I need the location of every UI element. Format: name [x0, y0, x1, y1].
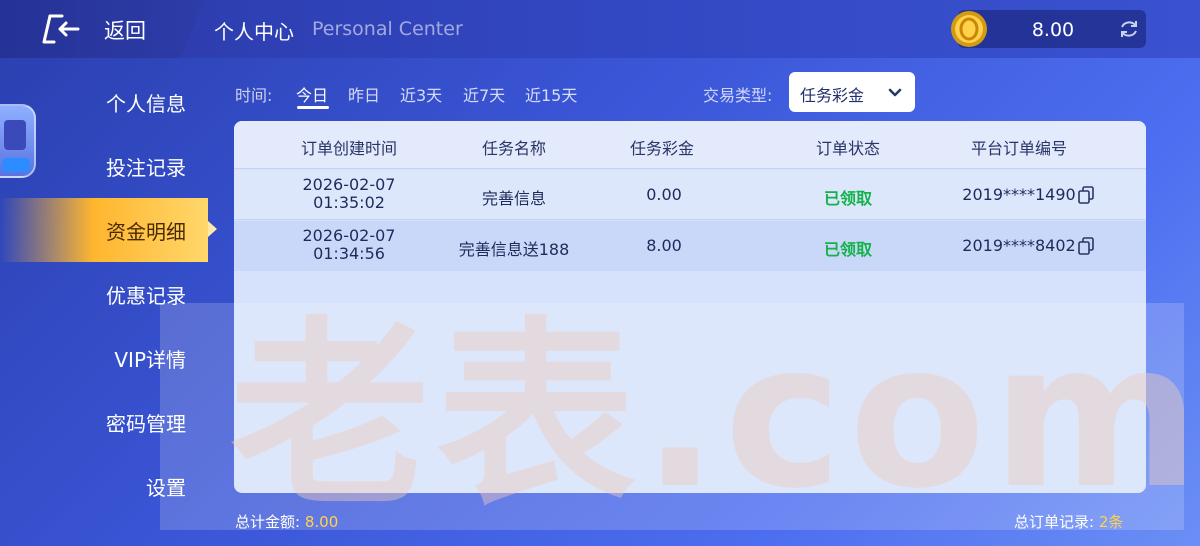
active-tab-underline [297, 106, 329, 109]
total-amount-value: 8.00 [304, 513, 339, 531]
sidebar-item-label: 资金明细 [106, 219, 186, 244]
task-name-cell: 完善信息送188 [458, 240, 570, 259]
tab-7days[interactable]: 近7天 [463, 82, 505, 106]
active-pointer-icon [208, 221, 217, 237]
transaction-type-select[interactable]: 任务彩金 [789, 72, 915, 112]
order-clock: 01:35:02 [313, 193, 385, 212]
column-header: 订单创建时间 [300, 139, 397, 158]
table-row: 2026-02-07 01:35:02 完善信息 0.00 已领取 2019**… [234, 170, 1146, 220]
back-label[interactable]: 返回 [104, 15, 146, 45]
task-name-cell: 完善信息 [481, 189, 546, 208]
type-select-value: 任务彩金 [800, 86, 865, 105]
total-amount-label: 总计金额: [235, 513, 301, 531]
page-title-en: Personal Center [312, 18, 463, 40]
order-date: 2026-02-07 [302, 175, 396, 194]
page-title: 个人中心 [214, 20, 294, 44]
top-bar: 返回 个人中心 Personal Center 8.00 [0, 0, 1200, 58]
table-header: 订单创建时间 任务名称 任务彩金 订单状态 平台订单编号 [234, 121, 1146, 169]
service-tag [2, 158, 30, 172]
refresh-icon[interactable] [1118, 18, 1140, 40]
chevron-down-icon [888, 88, 902, 97]
balance-value: 8.00 [1031, 19, 1075, 41]
order-date: 2026-02-07 [302, 226, 396, 245]
service-icon [4, 120, 26, 150]
column-header: 任务名称 [481, 139, 546, 158]
tab-today[interactable]: 今日 [296, 82, 328, 106]
table-row: 2026-02-07 01:34:56 完善信息送188 8.00 已领取 20… [234, 221, 1146, 271]
total-records-label: 总订单记录: [1014, 513, 1095, 531]
sidebar-item-label: 投注记录 [106, 155, 186, 180]
tab-3days[interactable]: 近3天 [400, 82, 442, 106]
order-clock: 01:34:56 [313, 244, 385, 263]
column-header: 平台订单编号 [970, 139, 1067, 158]
column-header: 订单状态 [815, 139, 880, 158]
coin-icon [951, 11, 987, 47]
column-header: 任务彩金 [629, 139, 694, 158]
order-time-cell: 2026-02-07 01:34:56 [274, 227, 424, 263]
order-status-cell: 已领取 [823, 240, 872, 259]
tab-15days[interactable]: 近15天 [525, 82, 577, 106]
total-amount: 总计金额: 8.00 [235, 511, 338, 532]
time-filter-label: 时间: [235, 86, 273, 105]
order-status-cell: 已领取 [823, 189, 872, 208]
sidebar-item-label: 个人信息 [106, 91, 186, 116]
copy-icon[interactable] [1078, 186, 1094, 204]
tab-yesterday[interactable]: 昨日 [348, 82, 380, 106]
watermark: 老表.com [160, 303, 1184, 530]
order-time-cell: 2026-02-07 01:35:02 [274, 176, 424, 212]
back-arrow-icon[interactable] [40, 12, 88, 46]
task-amount-cell: 8.00 [646, 236, 682, 255]
back-button[interactable] [0, 0, 205, 58]
type-filter-label: 交易类型: [703, 86, 773, 105]
sidebar-item-fund-details[interactable]: 资金明细 [0, 198, 208, 262]
copy-icon[interactable] [1078, 237, 1094, 255]
task-amount-cell: 0.00 [646, 185, 682, 204]
floating-service-badge[interactable] [0, 104, 36, 178]
total-records-value: 2条 [1098, 513, 1124, 531]
total-records: 总订单记录: 2条 [1014, 511, 1123, 532]
